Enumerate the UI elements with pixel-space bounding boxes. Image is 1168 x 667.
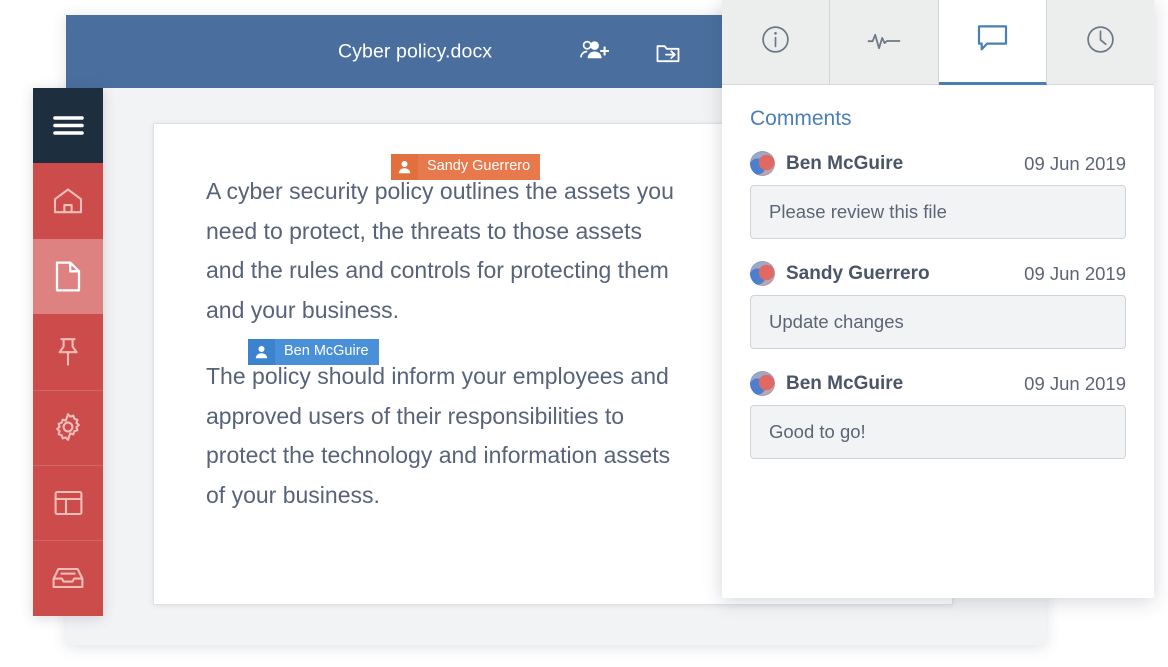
- user-icon: [248, 339, 275, 365]
- comment-date: 09 Jun 2019: [1024, 262, 1126, 284]
- comments-heading: Comments: [750, 107, 852, 130]
- comment-text[interactable]: Please review this file: [750, 185, 1126, 239]
- activity-pulse-icon: [866, 27, 902, 58]
- hamburger-menu-icon: [52, 113, 85, 138]
- author-badge-sandy-guerrero[interactable]: Sandy Guerrero: [391, 154, 541, 180]
- comment-author: Ben McGuire: [786, 152, 904, 174]
- document-paragraph-2: Ben McGuire The policy should inform you…: [206, 339, 674, 515]
- gear-icon: [52, 411, 84, 443]
- avatar: [750, 261, 775, 286]
- author-badge-label: Ben McGuire: [275, 339, 379, 365]
- panel-tab-bar: [722, 0, 1154, 85]
- comments-panel-body: Comments Ben McGuire 09 Jun 2019 Please …: [722, 85, 1154, 459]
- author-badge-ben-mcguire[interactable]: Ben McGuire: [248, 339, 379, 365]
- sidebar-item-menu[interactable]: [33, 88, 103, 164]
- comment-header: Sandy Guerrero 09 Jun 2019: [750, 261, 1126, 286]
- user-icon: [391, 154, 418, 180]
- comment-date: 09 Jun 2019: [1024, 372, 1126, 394]
- sidebar-item-settings[interactable]: [33, 389, 103, 465]
- comment-text[interactable]: Good to go!: [750, 405, 1126, 459]
- comment-author: Ben McGuire: [786, 372, 904, 394]
- sidebar-item-home[interactable]: [33, 163, 103, 239]
- comment-header: Ben McGuire 09 Jun 2019: [750, 371, 1126, 396]
- tab-history[interactable]: [1046, 0, 1154, 84]
- inbox-icon: [51, 565, 85, 591]
- layout-icon: [53, 489, 84, 517]
- comment-header: Ben McGuire 09 Jun 2019: [750, 151, 1126, 176]
- details-panel: Comments Ben McGuire 09 Jun 2019 Please …: [722, 0, 1154, 598]
- comment-item: Ben McGuire 09 Jun 2019 Please review th…: [750, 151, 1126, 239]
- tab-activity[interactable]: [830, 0, 939, 84]
- comment-item: Sandy Guerrero 09 Jun 2019 Update change…: [750, 261, 1126, 349]
- info-icon: [759, 23, 792, 61]
- add-people-icon[interactable]: [574, 32, 614, 72]
- tab-comments[interactable]: [938, 0, 1047, 85]
- document-title: Cyber policy.docx: [338, 40, 493, 62]
- paragraph-text: The policy should inform your employees …: [206, 363, 671, 508]
- screenshot-root: Cyber policy.docx Sandy Guerrero A cyber…: [0, 0, 1168, 667]
- avatar: [750, 151, 775, 176]
- comment-bubble-icon: [976, 23, 1009, 59]
- clock-icon: [1084, 23, 1117, 61]
- sidebar-item-dashboard[interactable]: [33, 464, 103, 541]
- sidebar-item-pinned[interactable]: [33, 314, 103, 390]
- document-body: Sandy Guerrero A cyber security policy o…: [154, 124, 674, 515]
- sidebar-item-inbox[interactable]: [33, 540, 103, 616]
- export-to-folder-icon[interactable]: [648, 32, 688, 72]
- document-paragraph-1: Sandy Guerrero A cyber security policy o…: [206, 154, 674, 330]
- sidebar-rail: [33, 88, 103, 616]
- tab-info[interactable]: [722, 0, 831, 84]
- comment-item: Ben McGuire 09 Jun 2019 Good to go!: [750, 371, 1126, 459]
- pin-icon: [55, 336, 81, 368]
- comment-author: Sandy Guerrero: [786, 262, 930, 284]
- paragraph-text: A cyber security policy outlines the ass…: [206, 178, 674, 323]
- comment-date: 09 Jun 2019: [1024, 152, 1126, 174]
- sidebar-item-documents[interactable]: [33, 238, 103, 315]
- comment-text[interactable]: Update changes: [750, 295, 1126, 349]
- author-badge-label: Sandy Guerrero: [418, 154, 541, 180]
- avatar: [750, 371, 775, 396]
- home-icon: [52, 186, 84, 216]
- document-icon: [54, 260, 82, 293]
